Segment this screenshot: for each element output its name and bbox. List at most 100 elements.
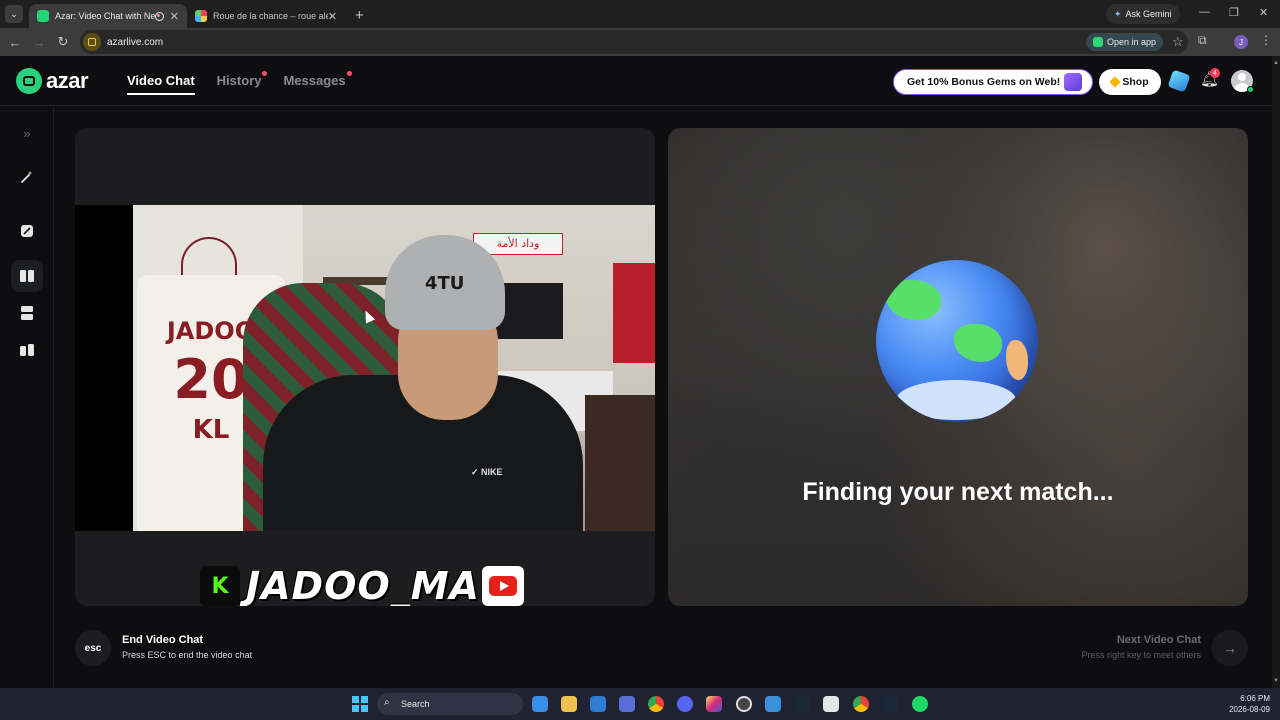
streamer-handle-overlay: K JADOO_MA [200, 564, 524, 606]
match-panel: Finding your next match... [668, 128, 1248, 606]
kick-logo-icon: K [200, 566, 240, 606]
globe-icon [876, 260, 1038, 422]
app-icon [1093, 37, 1103, 47]
expand-sidebar-icon[interactable]: » [11, 117, 43, 149]
system-clock[interactable]: 6:06 PM 2026-08-09 [1216, 693, 1270, 715]
browser-tab-bar: ⌄ Azar: Video Chat with New ✕ Roue de la… [0, 0, 1280, 28]
address-bar[interactable]: azarlive.com Open in app ☆ [80, 30, 1188, 54]
spotify-icon[interactable] [912, 696, 928, 712]
streamer-handle: JADOO_MA [246, 564, 480, 606]
steam-helper-icon[interactable] [882, 696, 898, 712]
roue-favicon-icon [195, 10, 207, 22]
magic-wand-icon[interactable] [11, 161, 43, 193]
end-chat-button[interactable]: esc [75, 630, 111, 666]
close-tab-icon[interactable]: ✕ [170, 10, 179, 23]
discord-icon[interactable] [677, 696, 693, 712]
azar-logo[interactable]: azar [16, 68, 89, 94]
notification-badge: 4 [1210, 68, 1220, 78]
azar-logo-icon [16, 68, 42, 94]
nav-messages-label: Messages [283, 73, 346, 88]
back-icon[interactable]: ← [3, 35, 27, 50]
filter-icon[interactable] [11, 215, 43, 247]
app-icon[interactable] [765, 696, 781, 712]
messages-notification-dot [346, 71, 352, 76]
taskbar-search[interactable]: ⌕ Search [377, 693, 523, 715]
steam-icon[interactable] [794, 696, 810, 712]
online-status-dot [1247, 86, 1254, 93]
scroll-down-icon[interactable]: ▼ [1272, 678, 1280, 684]
profile-avatar[interactable]: J [1234, 35, 1248, 49]
nav-video-chat[interactable]: Video Chat [127, 73, 195, 95]
recording-indicator-icon [154, 11, 164, 21]
next-chat-arrow-icon[interactable]: → [1212, 630, 1248, 666]
nav-history-label: History [216, 73, 262, 88]
layout-side-by-side-icon[interactable] [11, 260, 43, 292]
minimize-icon[interactable]: — [1199, 6, 1210, 18]
kick-letter: K [211, 573, 229, 599]
main-nav: Video Chat History Messages [127, 71, 352, 95]
gems-balance-icon[interactable] [1167, 69, 1191, 93]
file-explorer-icon[interactable] [561, 696, 577, 712]
photos-icon[interactable] [532, 696, 548, 712]
tab-title: Azar: Video Chat with New [55, 11, 155, 21]
globe-cloud [896, 380, 1016, 420]
scroll-up-icon[interactable]: ▲ [1272, 60, 1280, 66]
bonus-gems-label: Get 10% Bonus Gems on Web! [907, 76, 1061, 88]
bonus-gems-button[interactable]: Get 10% Bonus Gems on Web! [893, 69, 1093, 95]
open-in-app-label: Open in app [1107, 37, 1157, 47]
outlook-icon[interactable] [590, 696, 606, 712]
layout-sidebar: » [0, 107, 54, 688]
close-window-icon[interactable]: ✕ [1259, 6, 1268, 19]
finding-match-text: Finding your next match... [802, 478, 1114, 506]
instagram-icon[interactable] [706, 696, 722, 712]
red-shirt [613, 263, 655, 363]
layout-stacked-icon[interactable] [11, 297, 43, 329]
globe-land [886, 280, 941, 320]
gift-icon [1064, 73, 1082, 91]
shop-label: Shop [1122, 76, 1149, 88]
search-icon: ⌕ [384, 697, 390, 708]
my-camera-feed: JADOO 20 KL وداد الأمة 4TU ✓ NIKE [133, 205, 655, 531]
nav-messages[interactable]: Messages [283, 71, 352, 95]
windows-taskbar: ⌕ Search 6:06 PM 2026-08-09 [0, 688, 1280, 720]
ask-gemini-label: Ask Gemini [1125, 9, 1172, 19]
taskbar-search-label: Search [401, 699, 430, 709]
close-tab-icon[interactable]: ✕ [328, 10, 337, 23]
open-in-app-button[interactable]: Open in app [1086, 33, 1164, 51]
browser-toolbar: ← → ↻ azarlive.com Open in app ☆ [0, 28, 1280, 56]
video-chat-footer: esc End Video Chat Press ESC to end the … [54, 621, 1280, 681]
my-video-panel: JADOO 20 KL وداد الأمة 4TU ✓ NIKE K JADO… [75, 128, 655, 606]
azar-header: azar Video Chat History Messages Get 10%… [0, 56, 1280, 106]
extensions-icon[interactable]: ⧉ [1198, 33, 1207, 48]
gem-icon [1109, 76, 1122, 88]
windows-start-icon[interactable] [352, 696, 368, 712]
shop-button[interactable]: Shop [1099, 69, 1161, 95]
globe-land [1006, 340, 1028, 380]
page-scrollbar[interactable]: ▲ ▼ [1272, 56, 1280, 688]
ask-gemini-button[interactable]: ✦ Ask Gemini [1106, 4, 1180, 24]
clock-date: 2026-08-09 [1229, 705, 1270, 714]
azar-page: azar Video Chat History Messages Get 10%… [0, 56, 1280, 688]
media-icon[interactable] [823, 696, 839, 712]
tab-search-dropdown[interactable]: ⌄ [5, 5, 23, 23]
chrome-active-icon[interactable] [853, 696, 869, 712]
reload-icon[interactable]: ↻ [51, 34, 75, 50]
layout-pip-icon[interactable] [11, 334, 43, 366]
site-info-icon[interactable] [83, 33, 101, 51]
url-text: azarlive.com [107, 36, 164, 48]
store-icon[interactable] [619, 696, 635, 712]
tab-azar[interactable]: Azar: Video Chat with New ✕ [29, 4, 187, 28]
browser-menu-icon[interactable]: ⋮ [1260, 33, 1272, 47]
tab-title: Roue de la chance – roue aléato [213, 11, 328, 21]
bookmark-star-icon[interactable]: ☆ [1172, 34, 1184, 50]
forward-icon[interactable]: → [27, 35, 51, 50]
chrome-icon[interactable] [648, 696, 664, 712]
end-chat-title: End Video Chat [122, 634, 204, 646]
tab-roue[interactable]: Roue de la chance – roue aléato ✕ [187, 4, 345, 28]
new-tab-icon[interactable]: + [355, 7, 364, 24]
end-chat-hint: Press ESC to end the video chat [122, 650, 253, 660]
obs-icon[interactable] [736, 696, 752, 712]
nike-logo-icon: ✓ NIKE [471, 467, 503, 477]
nav-history[interactable]: History [216, 71, 268, 95]
restore-icon[interactable]: ❐ [1229, 6, 1239, 19]
